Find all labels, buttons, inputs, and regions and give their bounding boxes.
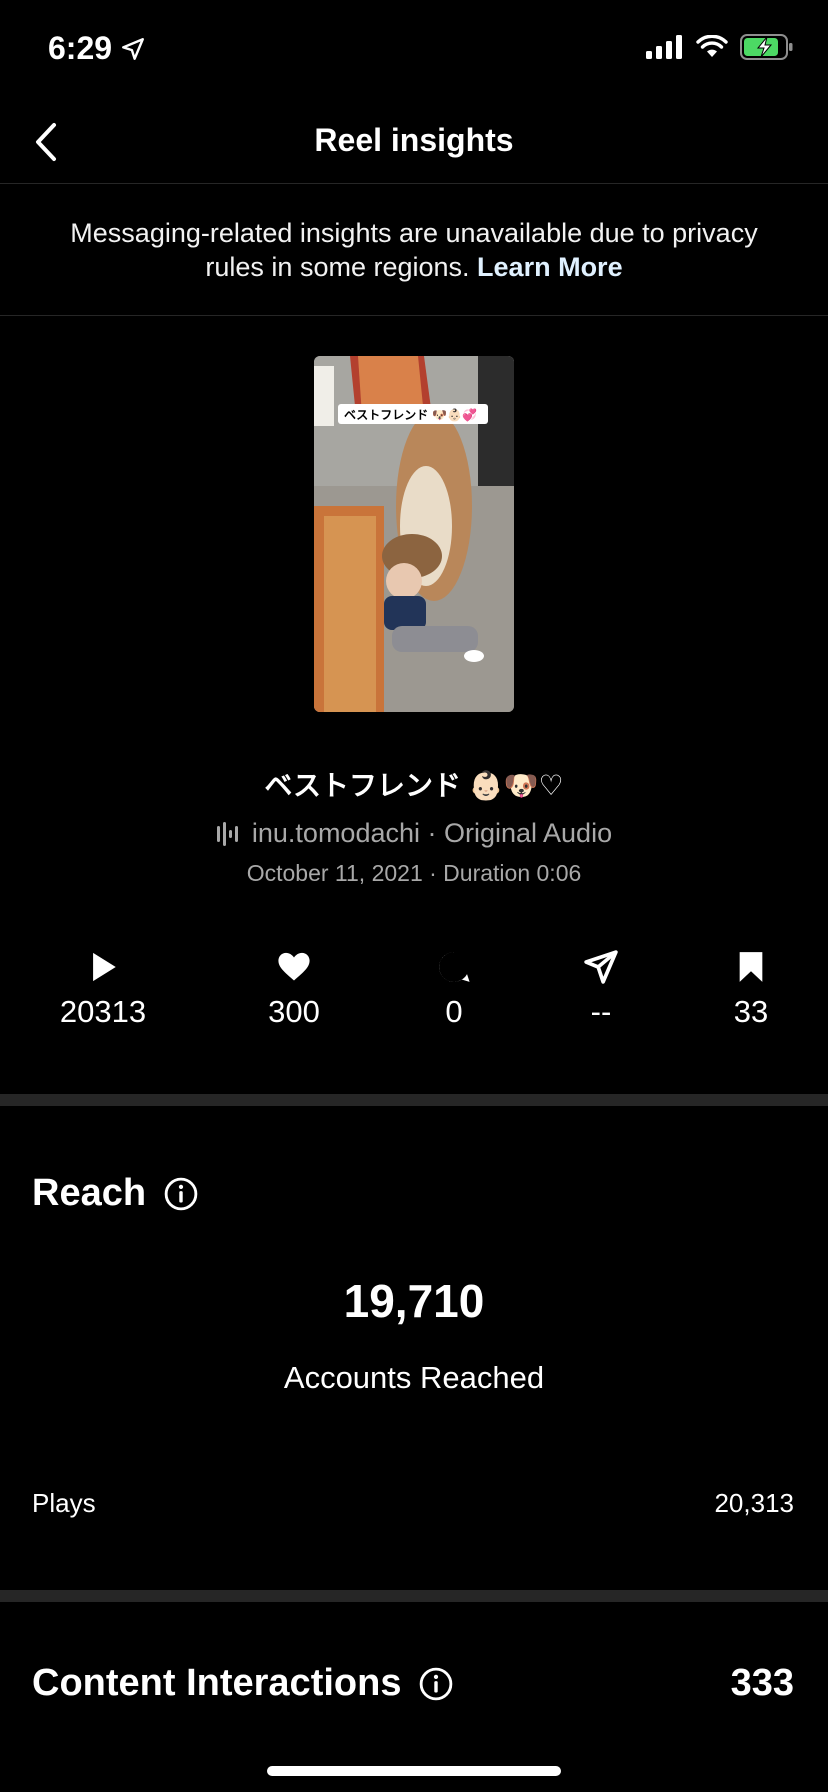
battery-charging-icon	[740, 34, 793, 60]
comment-icon	[439, 952, 470, 982]
privacy-notice: Messaging-related insights are unavailab…	[0, 184, 828, 316]
metric-value: 33	[733, 994, 769, 1029]
audio-attribution[interactable]: inu.tomodachi · Original Audio	[0, 818, 828, 849]
accounts-reached-count: 19,710	[343, 1275, 485, 1327]
metric-value: 0	[445, 994, 463, 1029]
home-indicator[interactable]	[267, 1766, 561, 1776]
audio-text: inu.tomodachi · Original Audio	[251, 818, 613, 848]
accounts-reached-label: Accounts Reached	[283, 1360, 545, 1395]
status-icons	[646, 34, 794, 60]
metric-value: 300	[268, 994, 320, 1029]
location-arrow-icon	[122, 37, 144, 60]
metric-plays: 20313	[33, 950, 173, 1030]
metric-value: 20313	[59, 994, 147, 1029]
info-icon[interactable]	[164, 1177, 198, 1211]
reach-header: Reach	[32, 1172, 198, 1215]
bookmark-icon	[739, 952, 763, 982]
plays-label: Plays	[32, 1488, 96, 1518]
metric-shares: --	[531, 950, 671, 1030]
interactions-header: Content Interactions	[32, 1662, 453, 1705]
metrics-row: 20313 300 0 -- 33	[0, 950, 828, 1040]
metric-likes: 300	[224, 950, 364, 1030]
info-icon[interactable]	[419, 1667, 453, 1701]
section-divider	[0, 1094, 828, 1106]
thumbnail-caption: ベストフレンド 🐶👶🏻💞	[344, 408, 477, 422]
metric-value: --	[590, 994, 612, 1029]
status-time: 6:29	[48, 30, 146, 67]
signal-icon	[646, 35, 682, 59]
interactions-total: 333	[730, 1662, 794, 1704]
learn-more-link[interactable]: Learn More	[477, 252, 623, 282]
notice-text: Messaging-related insights are unavailab…	[70, 218, 758, 282]
reel-title: ベストフレンド 👶🏻🐶♡	[264, 770, 564, 801]
time-text: 6:29	[48, 30, 113, 66]
audio-waveform-icon	[216, 821, 238, 846]
heart-icon	[278, 952, 310, 981]
play-icon	[93, 952, 116, 982]
reach-title: Reach	[32, 1172, 147, 1214]
status-bar: 6:29	[0, 0, 828, 100]
reel-meta: October 11, 2021 · Duration 0:06	[246, 860, 582, 886]
page-title: Reel insights	[314, 122, 514, 158]
reel-thumbnail[interactable]: ベストフレンド 🐶👶🏻💞	[314, 356, 514, 712]
reel-thumbnail-image: ベストフレンド 🐶👶🏻💞	[314, 356, 514, 712]
plays-value: 20,313	[714, 1488, 794, 1518]
metric-comments: 0	[384, 950, 524, 1030]
share-icon	[584, 950, 618, 984]
nav-bar: Reel insights	[0, 100, 828, 184]
section-divider	[0, 1590, 828, 1602]
interactions-title: Content Interactions	[32, 1662, 402, 1704]
metric-saves: 33	[681, 950, 821, 1030]
wifi-icon	[696, 35, 728, 57]
